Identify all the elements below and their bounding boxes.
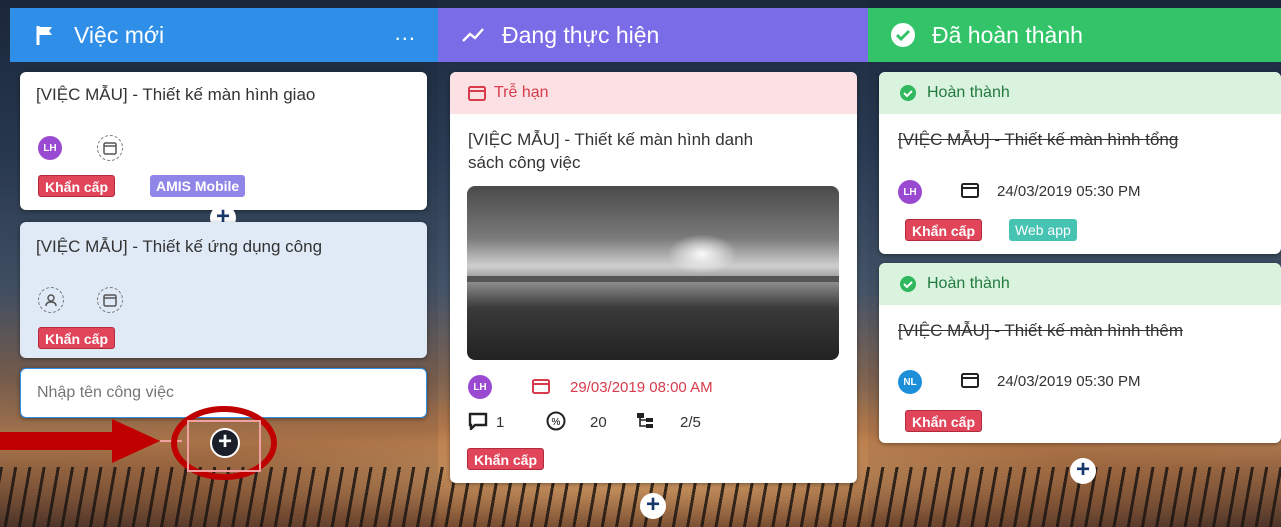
- check-circle-icon: [899, 84, 917, 102]
- task-card[interactable]: [VIỆC MẪU] - Thiết kế màn hình giao LH K…: [20, 72, 427, 210]
- completed-date: 24/03/2019 05:30 PM: [997, 183, 1141, 200]
- svg-text:%: %: [552, 417, 561, 428]
- calendar-icon: [961, 372, 979, 393]
- subtask-count: 2/5: [680, 414, 701, 431]
- avatar[interactable]: LH: [468, 375, 492, 399]
- task-title-line: sách công việc: [468, 153, 581, 172]
- trend-icon: [460, 22, 486, 48]
- task-title: [VIỆC MẪU] - Thiết kế màn hình thêm: [898, 321, 1184, 340]
- completed-date: 24/03/2019 05:30 PM: [997, 373, 1141, 390]
- column-header-in-progress: Đang thực hiện: [438, 8, 868, 62]
- column-title: Việc mới: [74, 21, 165, 48]
- status-overdue: Trễ hạn: [450, 72, 857, 114]
- task-card-selected[interactable]: [VIỆC MẪU] - Thiết kế ứng dụng công Khẩn…: [20, 222, 427, 358]
- column-header-done: Đã hoàn thành: [868, 8, 1281, 62]
- check-circle-icon: [890, 22, 916, 48]
- calendar-icon: [468, 85, 486, 101]
- tag-urgent[interactable]: Khẩn cấp: [38, 175, 116, 197]
- calendar-icon: [532, 378, 550, 399]
- progress-percent: 20: [590, 414, 607, 431]
- tag-web-app[interactable]: Web app: [1009, 219, 1077, 241]
- avatar[interactable]: LH: [38, 136, 62, 160]
- more-options-button[interactable]: ...: [395, 20, 416, 46]
- percent-icon: %: [546, 411, 566, 436]
- tag-urgent[interactable]: Khẩn cấp: [905, 219, 983, 241]
- check-circle-icon: [899, 275, 917, 293]
- avatar[interactable]: NL: [898, 370, 922, 394]
- task-card[interactable]: Hoàn thành [VIỆC MẪU] - Thiết kế màn hìn…: [879, 72, 1281, 254]
- calendar-icon: [961, 182, 979, 203]
- task-cover-image: [467, 186, 839, 360]
- tag-urgent[interactable]: Khẩn cấp: [38, 327, 116, 349]
- task-title: [VIỆC MẪU] - Thiết kế màn hình giao: [36, 85, 316, 104]
- due-date: 29/03/2019 08:00 AM: [570, 379, 713, 396]
- tag-urgent[interactable]: Khẩn cấp: [467, 448, 545, 470]
- task-card[interactable]: Trễ hạn [VIỆC MẪU] - Thiết kế màn hình d…: [450, 72, 857, 483]
- task-card[interactable]: Hoàn thành [VIỆC MẪU] - Thiết kế màn hìn…: [879, 263, 1281, 443]
- status-completed: Hoàn thành: [879, 72, 1281, 114]
- column-header-new: Việc mới ...: [10, 8, 438, 62]
- tag-amis-mobile[interactable]: AMIS Mobile: [150, 175, 246, 197]
- task-title: [VIỆC MẪU] - Thiết kế màn hình tổng: [898, 130, 1179, 149]
- status-completed: Hoàn thành: [879, 263, 1281, 305]
- column-title: Đã hoàn thành: [932, 21, 1083, 48]
- status-label: Trễ hạn: [494, 84, 549, 101]
- flag-icon: [32, 22, 58, 48]
- comment-count: 1: [496, 414, 505, 431]
- calendar-icon[interactable]: [97, 287, 123, 313]
- subtask-icon: [636, 412, 654, 435]
- task-title: [VIỆC MẪU] - Thiết kế ứng dụng công: [36, 237, 323, 256]
- status-label: Hoàn thành: [927, 84, 1010, 101]
- status-label: Hoàn thành: [927, 275, 1010, 292]
- tag-urgent[interactable]: Khẩn cấp: [905, 410, 983, 432]
- column-title: Đang thực hiện: [502, 21, 660, 48]
- add-task-button[interactable]: +: [210, 428, 240, 458]
- insert-task-button[interactable]: +: [1070, 458, 1096, 484]
- insert-task-button[interactable]: +: [640, 493, 666, 519]
- avatar[interactable]: LH: [898, 180, 922, 204]
- calendar-icon[interactable]: [97, 135, 123, 161]
- assignee-icon[interactable]: [38, 287, 64, 313]
- comment-icon: [468, 412, 488, 435]
